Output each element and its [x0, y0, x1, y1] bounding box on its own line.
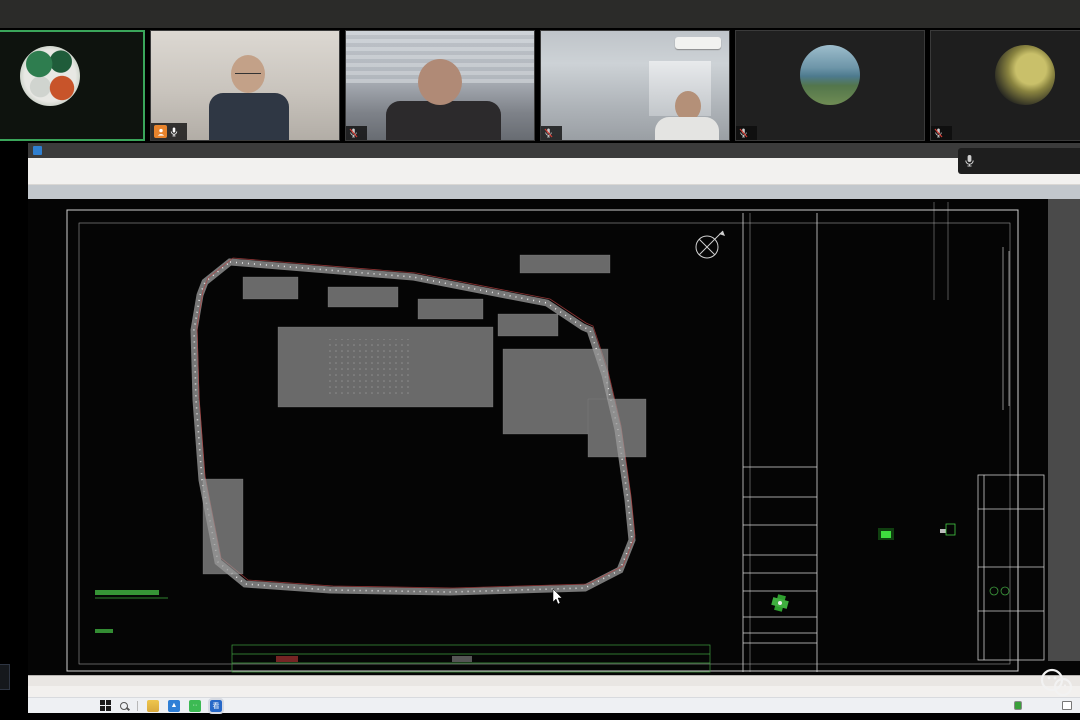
notification-center-icon[interactable]	[1062, 701, 1072, 710]
file-explorer-icon[interactable]	[147, 700, 159, 712]
person-head	[418, 59, 462, 105]
participant-strip	[0, 28, 1080, 143]
avatar	[800, 45, 860, 105]
windows-taskbar: ▲ ·· 看	[28, 697, 1080, 713]
mic-muted-icon	[544, 128, 553, 138]
cad-taskbar-icon[interactable]: 看	[210, 700, 222, 712]
mic-muted-icon	[934, 128, 943, 138]
tile-participant-4[interactable]	[735, 30, 925, 141]
search-icon[interactable]	[120, 702, 128, 710]
cad-statusbar	[28, 686, 1080, 697]
tile-participant-1[interactable]	[150, 30, 340, 141]
battery-indicator[interactable]	[1014, 701, 1022, 710]
tile-participant-2[interactable]	[345, 30, 535, 141]
north-arrow-icon	[696, 231, 725, 258]
brand-watermark	[1038, 668, 1080, 698]
wechat-icon[interactable]: ··	[189, 700, 201, 712]
member-icon	[154, 125, 167, 138]
cad-side-panel	[1048, 199, 1080, 661]
tile-participant-3[interactable]	[540, 30, 730, 141]
speaking-indicator	[958, 148, 1080, 174]
person-silhouette	[655, 117, 719, 141]
person-silhouette	[209, 93, 289, 141]
company-logo	[771, 594, 789, 612]
blue-app-icon[interactable]: ▲	[168, 700, 180, 712]
ac-unit	[675, 37, 721, 49]
edge-window-fragment	[0, 664, 10, 690]
speaking-mic-icon	[964, 154, 975, 168]
mic-muted-icon	[739, 128, 748, 138]
system-tray	[1014, 701, 1080, 710]
tile-screen-share[interactable]	[0, 30, 145, 141]
participant-badge	[541, 126, 562, 140]
site-plan-drawing	[28, 199, 1080, 675]
participant-badge	[931, 126, 952, 140]
cad-toolbar	[28, 158, 1080, 185]
mic-on-icon	[170, 127, 178, 137]
avatar	[20, 46, 80, 106]
glasses	[235, 73, 261, 76]
participant-badge	[346, 126, 367, 140]
participant-badge	[151, 123, 187, 140]
cad-app-icon	[33, 146, 42, 155]
taskbar-divider	[137, 701, 138, 711]
cad-drawing-tabs	[28, 185, 1080, 199]
model-layout-tabs	[28, 675, 1080, 686]
meeting-titlebar[interactable]	[0, 0, 1080, 28]
start-button[interactable]	[100, 700, 111, 711]
avatar	[995, 45, 1055, 105]
cad-canvas[interactable]	[28, 199, 1080, 675]
meeting-window: ▲ ·· 看	[0, 0, 1080, 720]
shared-screen	[28, 143, 1080, 697]
mic-muted-icon	[349, 128, 358, 138]
cad-titlebar[interactable]	[28, 143, 1080, 158]
participant-badge	[736, 126, 757, 140]
person-silhouette	[386, 101, 501, 141]
wechat-logo-icon	[1038, 668, 1074, 698]
tile-participant-5[interactable]	[930, 30, 1080, 141]
